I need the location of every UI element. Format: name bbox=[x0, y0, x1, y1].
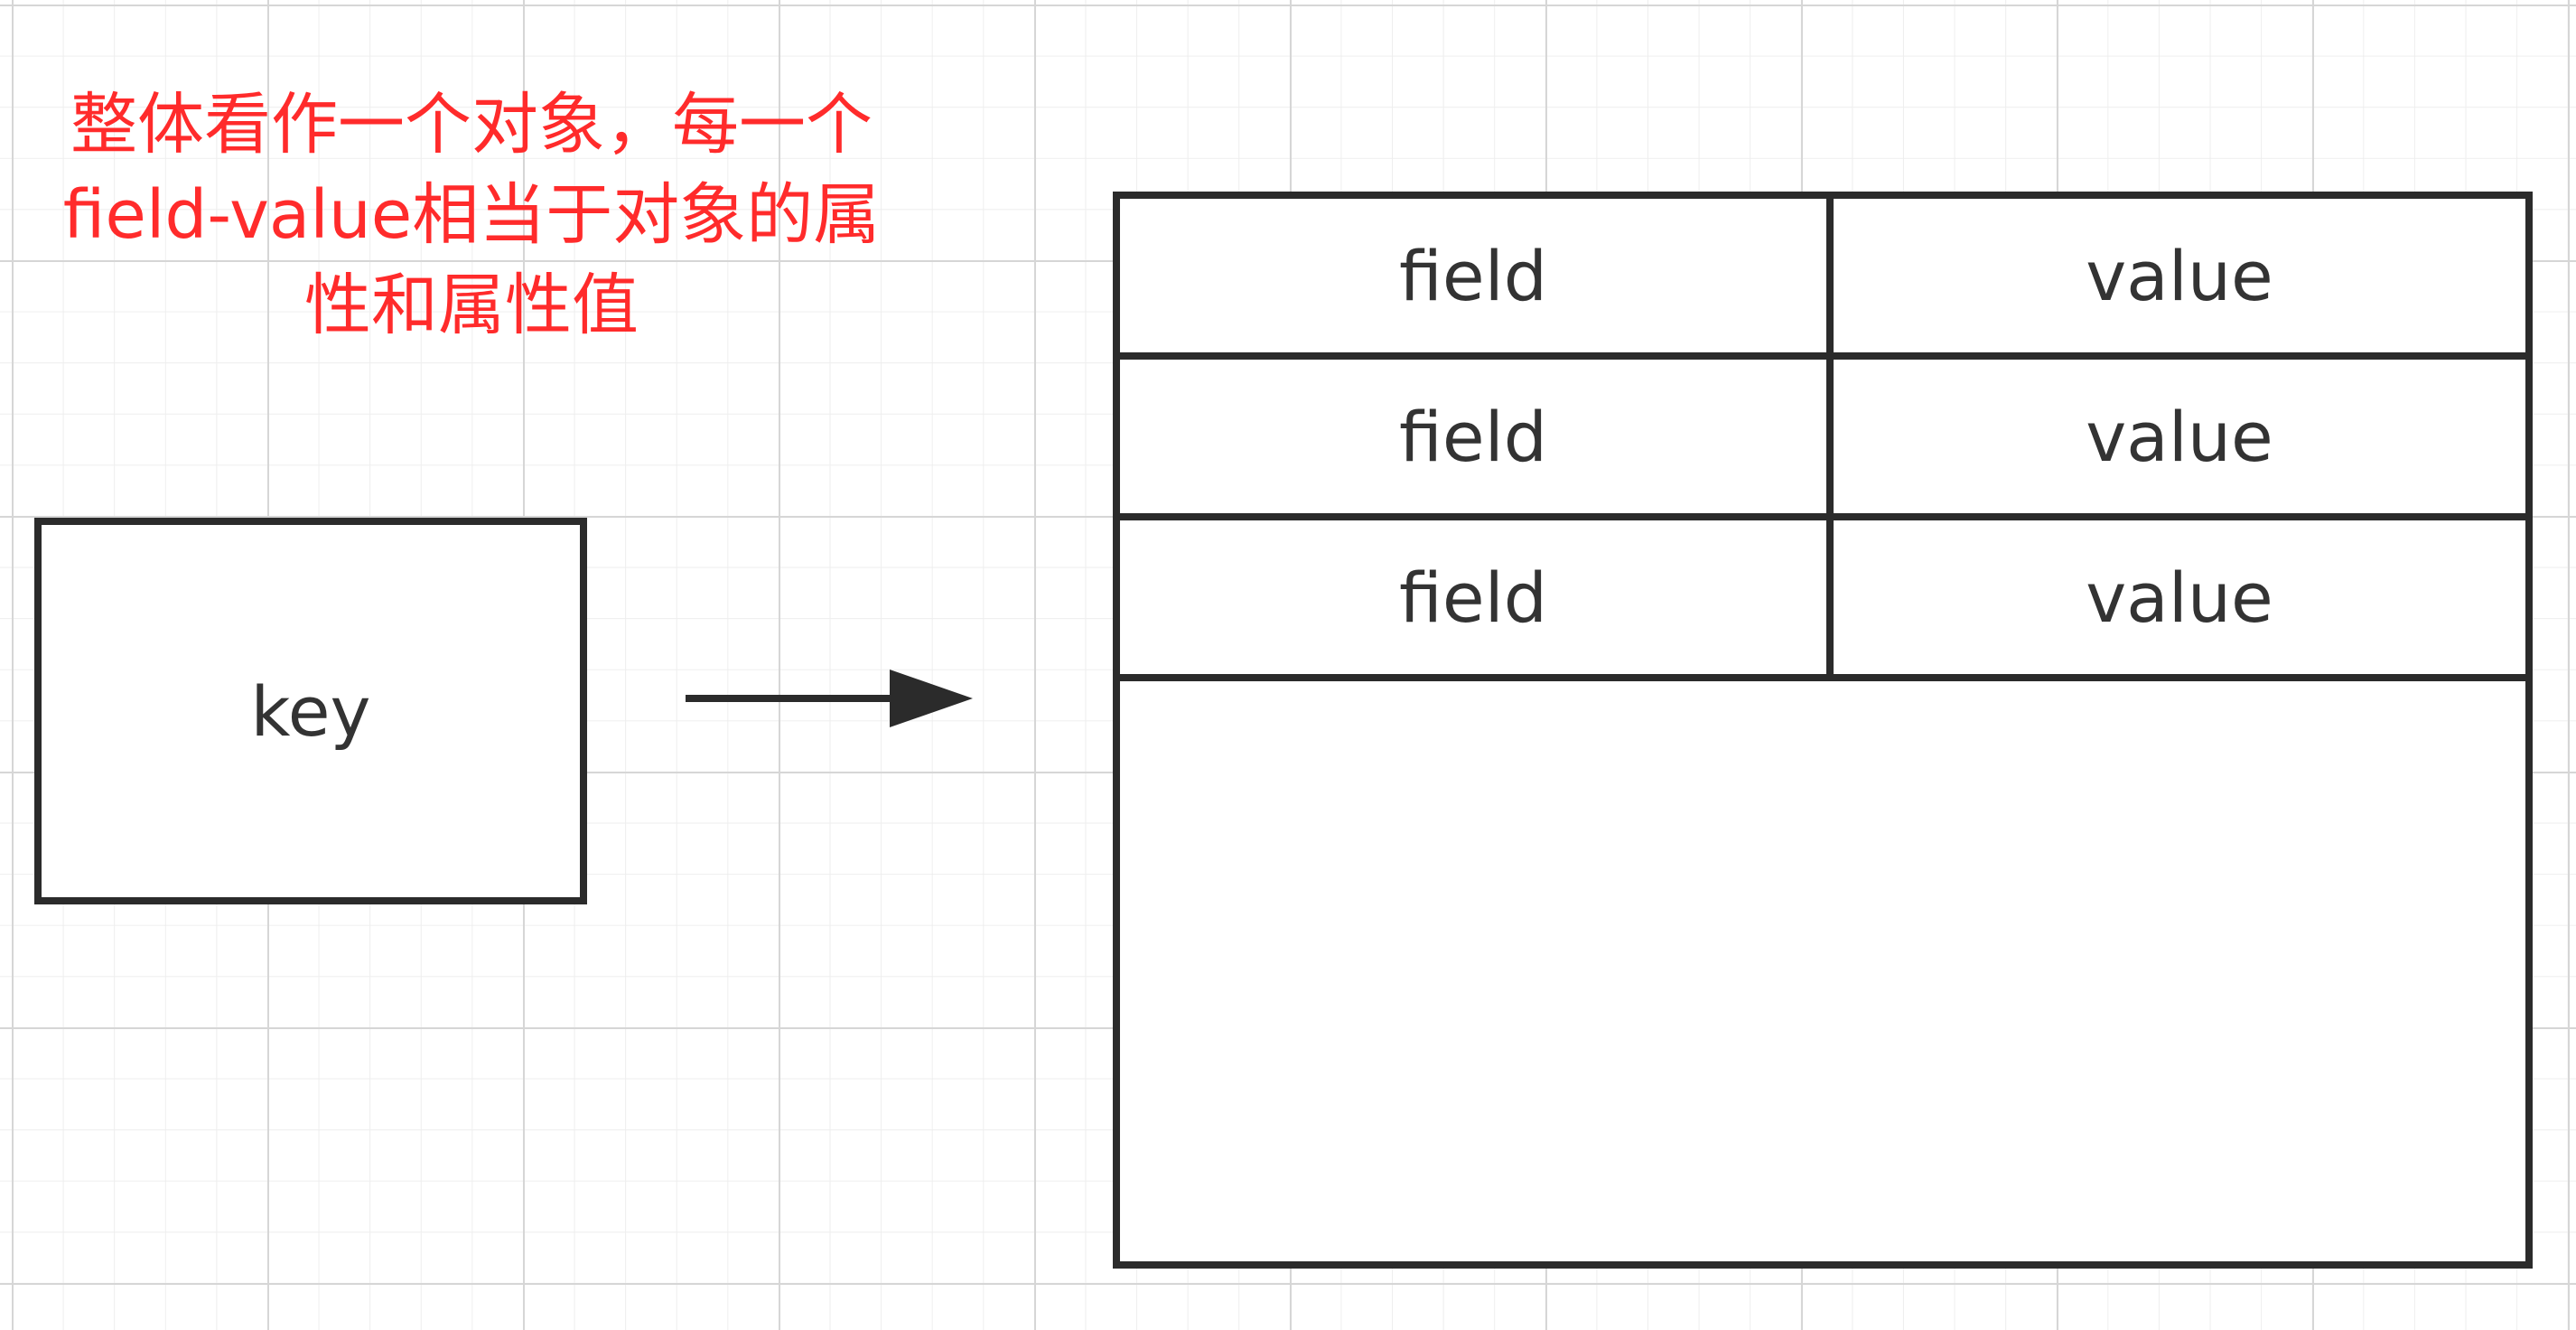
value-cell: value bbox=[2086, 396, 2273, 477]
value-cell: value bbox=[2086, 557, 2273, 638]
annotation-text: 整体看作一个对象，每一个 field-value相当于对象的属 性和属性值 bbox=[62, 86, 881, 344]
value-cell: value bbox=[2086, 235, 2273, 316]
key-label: key bbox=[250, 670, 371, 752]
arrow-connector bbox=[686, 670, 973, 727]
field-cell: field bbox=[1120, 199, 1834, 352]
diagram-canvas: 整体看作一个对象，每一个 field-value相当于对象的属 性和属性值 ke… bbox=[0, 0, 2576, 1330]
field-cell: field bbox=[1120, 360, 1834, 513]
arrow-head bbox=[890, 670, 973, 727]
hash-row: field value bbox=[1120, 520, 2525, 681]
key-box: key bbox=[34, 518, 587, 904]
hash-row: field value bbox=[1120, 199, 2525, 360]
field-cell: field bbox=[1120, 520, 1834, 674]
hash-row: field value bbox=[1120, 360, 2525, 520]
hash-table: field value field value field value bbox=[1113, 192, 2533, 1269]
